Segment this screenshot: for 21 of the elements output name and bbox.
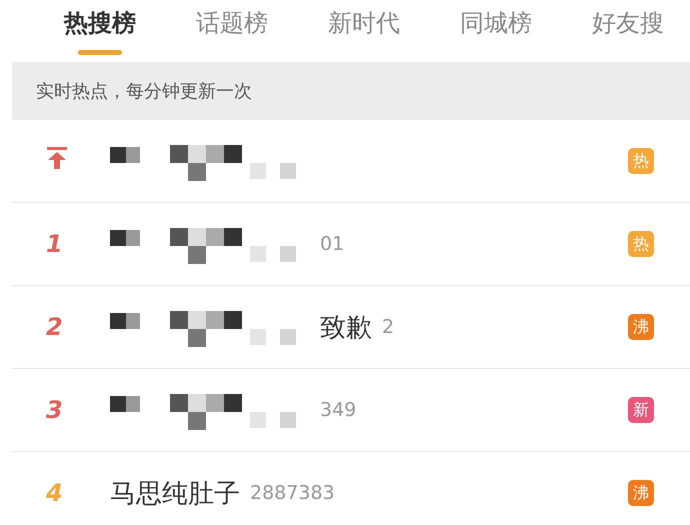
- tab[interactable]: 好友搜: [592, 0, 664, 40]
- search-count: 2: [382, 316, 394, 338]
- tab[interactable]: 话题榜: [196, 0, 268, 40]
- status-badge: 沸: [628, 480, 654, 506]
- topic-title[interactable]: 马思纯肚子: [110, 476, 240, 510]
- status-badge: 热: [628, 148, 654, 174]
- tab[interactable]: 同城榜: [460, 0, 532, 40]
- tab[interactable]: 新时代: [328, 0, 400, 40]
- search-count: 2887383: [250, 482, 335, 504]
- search-count: 01: [320, 233, 344, 255]
- rank-number: 2: [46, 313, 63, 341]
- topic-title[interactable]: 致歉: [320, 310, 372, 344]
- search-count: 349: [320, 399, 356, 421]
- notice-text: 实时热点，每分钟更新一次: [12, 62, 690, 120]
- rank-number: 3: [46, 396, 63, 424]
- status-badge: 热: [628, 231, 654, 257]
- status-badge: 沸: [628, 314, 654, 340]
- status-badge: 新: [628, 397, 654, 423]
- tab[interactable]: 热搜榜: [64, 0, 136, 55]
- rank-number: 4: [46, 479, 63, 507]
- rank-number: 1: [46, 230, 63, 258]
